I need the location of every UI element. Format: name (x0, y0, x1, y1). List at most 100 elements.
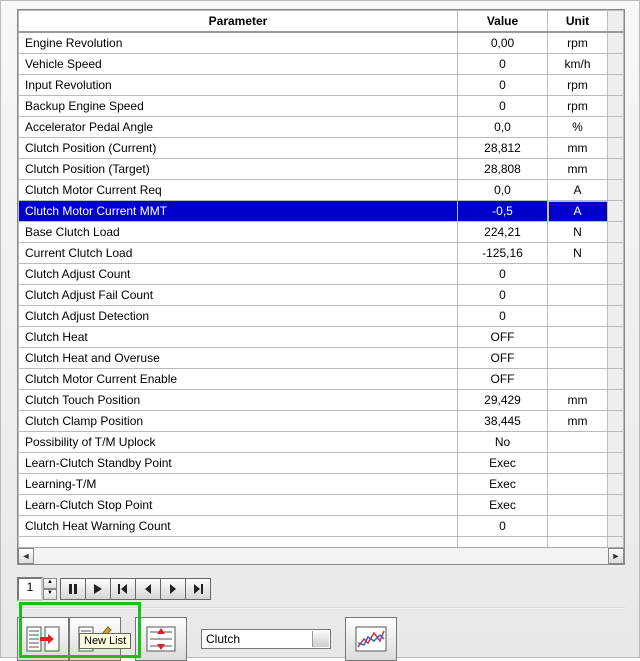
table-row[interactable]: Accelerator Pedal Angle0,0% (19, 117, 624, 138)
unit-cell (548, 432, 608, 453)
graph-button[interactable] (345, 617, 397, 661)
scroll-gutter (608, 201, 624, 222)
table-row[interactable]: Possibility of T/M UplockNo (19, 432, 624, 453)
value-cell: 28,808 (458, 159, 548, 180)
param-cell: Clutch Heat and Overuse (19, 348, 458, 369)
unit-cell (548, 453, 608, 474)
value-cell: 0,0 (458, 180, 548, 201)
table-row[interactable]: Input Revolution0rpm (19, 75, 624, 96)
value-cell: OFF (458, 369, 548, 390)
value-cell: 0,0 (458, 117, 548, 138)
param-cell: Vehicle Speed (19, 54, 458, 75)
table-row[interactable]: Base Clutch Load224,21N (19, 222, 624, 243)
unit-cell: mm (548, 138, 608, 159)
header-unit[interactable]: Unit (548, 11, 608, 33)
parameter-table[interactable]: Parameter Value Unit Engine Revolution0,… (18, 10, 624, 565)
scroll-track[interactable] (34, 548, 608, 564)
unit-cell: rpm (548, 96, 608, 117)
param-cell: Clutch Heat (19, 327, 458, 348)
value-cell: Exec (458, 453, 548, 474)
pause-button[interactable] (60, 578, 86, 600)
table-row[interactable]: Clutch Touch Position29,429mm (19, 390, 624, 411)
last-button[interactable] (185, 578, 211, 600)
divider (17, 607, 625, 609)
param-cell: Learn-Clutch Stop Point (19, 495, 458, 516)
table-row[interactable]: Clutch Heat Warning Count0 (19, 516, 624, 537)
scroll-gutter (608, 159, 624, 180)
prev-button[interactable] (135, 578, 161, 600)
unit-cell: A (548, 180, 608, 201)
header-parameter[interactable]: Parameter (19, 11, 458, 33)
scroll-left-button[interactable]: ◄ (18, 548, 34, 564)
spinner-down[interactable]: ▼ (43, 589, 57, 600)
param-cell: Engine Revolution (19, 32, 458, 54)
scroll-gutter (608, 222, 624, 243)
scroll-gutter (608, 453, 624, 474)
next-button[interactable] (160, 578, 186, 600)
spinner-up[interactable]: ▲ (43, 578, 57, 589)
table-row[interactable]: Engine Revolution0,00rpm (19, 32, 624, 54)
header-value[interactable]: Value (458, 11, 548, 33)
new-list-button[interactable] (17, 617, 69, 661)
unit-cell: % (548, 117, 608, 138)
table-row[interactable]: Backup Engine Speed0rpm (19, 96, 624, 117)
table-row[interactable]: Clutch Position (Target)28,808mm (19, 159, 624, 180)
param-cell: Clutch Position (Target) (19, 159, 458, 180)
table-row[interactable]: Clutch Clamp Position38,445mm (19, 411, 624, 432)
category-combo[interactable]: Clutch (201, 629, 331, 649)
value-cell: -125,16 (458, 243, 548, 264)
scroll-gutter (608, 348, 624, 369)
param-cell: Clutch Touch Position (19, 390, 458, 411)
table-row[interactable]: Clutch Motor Current Req0,0A (19, 180, 624, 201)
controls-area: 1 ▲ ▼ (17, 577, 625, 649)
scroll-gutter (608, 285, 624, 306)
unit-cell: A (548, 201, 608, 222)
unit-cell (548, 495, 608, 516)
unit-cell (548, 306, 608, 327)
header-row: Parameter Value Unit (19, 11, 624, 33)
table-row[interactable]: Clutch Adjust Fail Count0 (19, 285, 624, 306)
frame-spinner[interactable]: 1 (17, 577, 43, 601)
play-button[interactable] (85, 578, 111, 600)
value-cell: 28,812 (458, 138, 548, 159)
scroll-gutter (608, 369, 624, 390)
param-cell: Clutch Heat Warning Count (19, 516, 458, 537)
unit-cell: N (548, 243, 608, 264)
sort-list-button[interactable] (135, 617, 187, 661)
scroll-right-button[interactable]: ► (608, 548, 624, 564)
table-row[interactable]: Clutch HeatOFF (19, 327, 624, 348)
unit-cell: mm (548, 159, 608, 180)
scroll-gutter (608, 264, 624, 285)
table-row[interactable]: Learn-Clutch Standby PointExec (19, 453, 624, 474)
spinner-buttons: ▲ ▼ (43, 578, 57, 600)
unit-cell (548, 474, 608, 495)
scroll-gutter (608, 495, 624, 516)
value-cell: 0 (458, 54, 548, 75)
chart-icon (354, 625, 388, 653)
scroll-gutter (608, 75, 624, 96)
value-cell: 0 (458, 516, 548, 537)
param-cell: Backup Engine Speed (19, 96, 458, 117)
value-cell: 0 (458, 96, 548, 117)
table-row[interactable]: Clutch Heat and OveruseOFF (19, 348, 624, 369)
value-cell: 0 (458, 264, 548, 285)
horizontal-scrollbar[interactable]: ◄ ► (18, 547, 624, 564)
unit-cell: rpm (548, 32, 608, 54)
table-row[interactable]: Vehicle Speed0km/h (19, 54, 624, 75)
table-row[interactable]: Clutch Position (Current)28,812mm (19, 138, 624, 159)
table-row[interactable]: Clutch Adjust Count0 (19, 264, 624, 285)
unit-cell (548, 327, 608, 348)
table-row[interactable]: Clutch Motor Current MMT-0,5A (19, 201, 624, 222)
table-row[interactable]: Learning-T/MExec (19, 474, 624, 495)
first-button[interactable] (110, 578, 136, 600)
scroll-gutter (608, 432, 624, 453)
table-row[interactable]: Learn-Clutch Stop PointExec (19, 495, 624, 516)
table-row[interactable]: Current Clutch Load-125,16N (19, 243, 624, 264)
unit-cell (548, 348, 608, 369)
scroll-gutter (608, 474, 624, 495)
param-cell: Possibility of T/M Uplock (19, 432, 458, 453)
table-row[interactable]: Clutch Motor Current EnableOFF (19, 369, 624, 390)
value-cell: 0 (458, 306, 548, 327)
table-row[interactable]: Clutch Adjust Detection0 (19, 306, 624, 327)
unit-cell: rpm (548, 75, 608, 96)
